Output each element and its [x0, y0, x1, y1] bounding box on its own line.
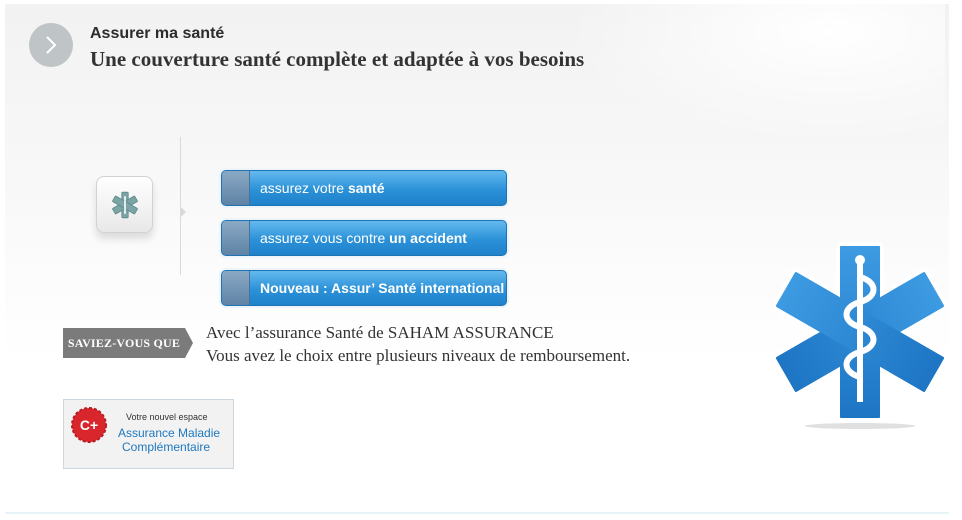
- vertical-divider: [180, 137, 181, 275]
- button-label: Nouveau : Assur’ Santé international: [260, 280, 505, 296]
- promo-line-3: Complémentaire: [122, 440, 211, 454]
- medical-star-icon: [111, 191, 138, 218]
- did-you-know-text: Avec l’assurance Santé de SAHAM ASSURANC…: [206, 321, 630, 367]
- fact-line-1: Avec l’assurance Santé de SAHAM ASSURANC…: [206, 323, 554, 342]
- button-label: assurez vous contre un accident: [260, 230, 467, 246]
- fact-line-2: Vous avez le choix entre plusieurs nivea…: [206, 346, 631, 365]
- accident-insurance-button[interactable]: assurez vous contre un accident: [221, 220, 507, 256]
- amc-logo-text: C+: [80, 417, 98, 433]
- button-tab: [222, 271, 250, 305]
- button-tab: [222, 171, 250, 205]
- did-you-know-badge: SAVIEZ-VOUS QUE: [63, 328, 185, 358]
- international-health-button[interactable]: Nouveau : Assur’ Santé international: [221, 270, 507, 306]
- amc-logo-icon: C+: [71, 407, 107, 443]
- star-of-life-icon: [771, 242, 949, 429]
- badge-pointer: [185, 328, 193, 358]
- next-arrow-button[interactable]: [29, 23, 73, 67]
- health-tile: [96, 176, 153, 233]
- health-insurance-button[interactable]: assurez votre santé: [221, 170, 507, 206]
- button-label: assurez votre santé: [260, 180, 385, 196]
- page-title: Une couverture santé complète et adaptée…: [90, 47, 585, 71]
- promo-line-1: Votre nouvel espace: [126, 412, 208, 422]
- section-kicker: Assurer ma santé: [90, 25, 225, 42]
- promo-line-2: Assurance Maladie: [118, 426, 221, 440]
- chevron-right-icon: [46, 36, 57, 54]
- button-tab: [222, 221, 250, 255]
- panel-glow: [565, 4, 945, 144]
- divider-pointer: [181, 207, 186, 217]
- amc-space-banner[interactable]: C+ Votre nouvel espace Assurance Maladie…: [63, 399, 234, 469]
